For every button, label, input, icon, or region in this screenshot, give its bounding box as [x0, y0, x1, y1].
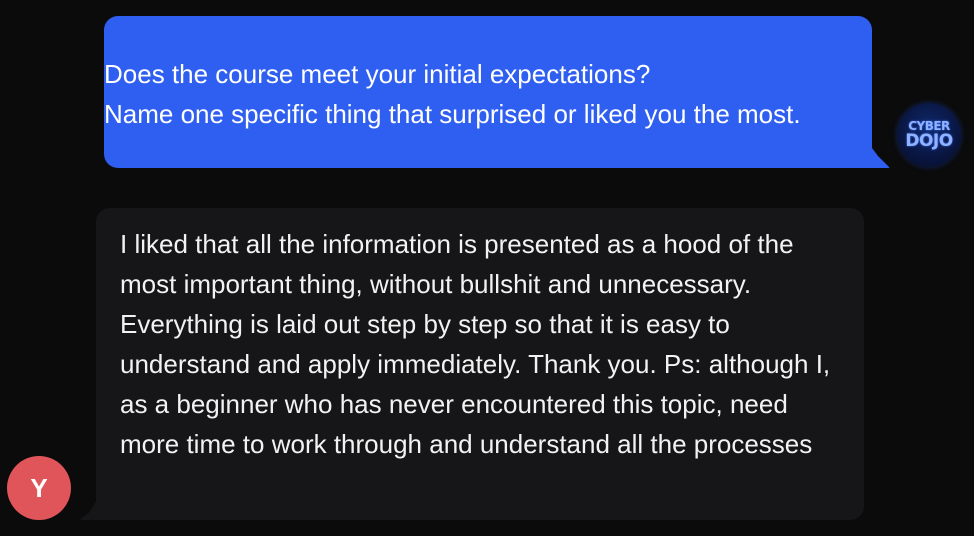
cyber-dojo-avatar: CYBER DOJO [897, 103, 961, 167]
avatar-logo-line2: DOJO [905, 131, 953, 151]
user-avatar: Y [7, 456, 71, 520]
bot-message-bubble-tail [860, 148, 890, 168]
user-message-text: I liked that all the information is pres… [120, 229, 831, 459]
chat-thread: Does the course meet your initial expect… [0, 0, 974, 536]
user-avatar-initial: Y [30, 472, 48, 503]
bot-message-text: Does the course meet your initial expect… [104, 59, 801, 129]
user-message-bubble-tail [80, 500, 104, 520]
